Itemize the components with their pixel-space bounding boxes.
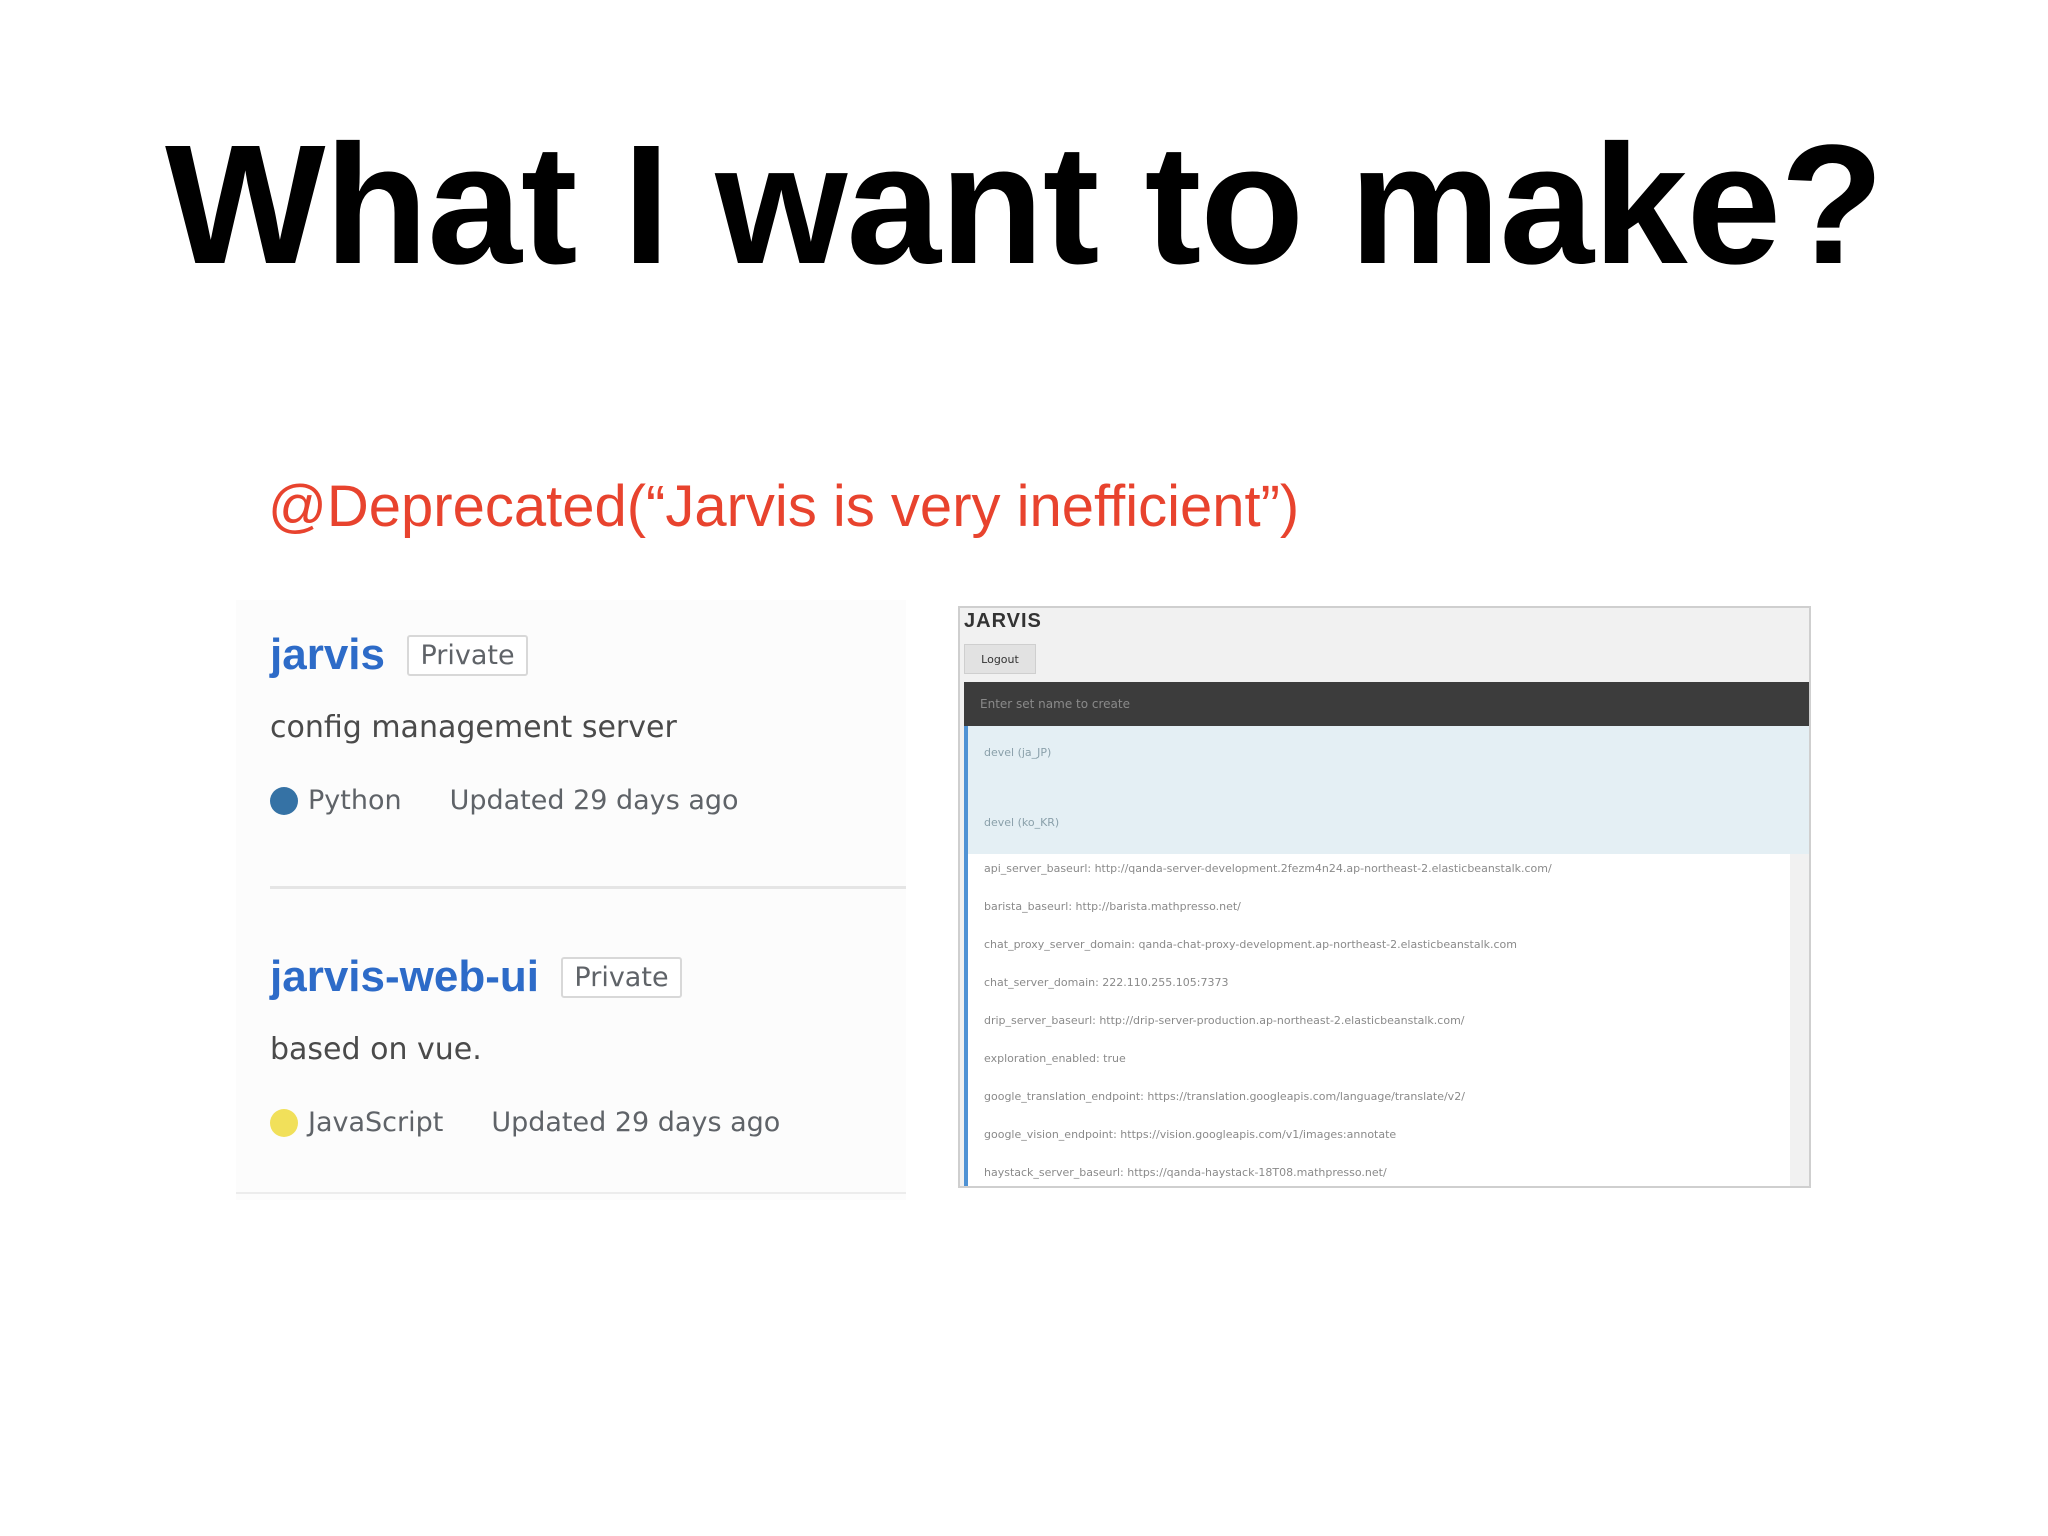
repo-item: jarvis Private config management server … [270,630,910,816]
jarvis-app-screenshot: JARVIS Logout Enter set name to create d… [958,606,1811,1188]
repo-meta: Python Updated 29 days ago [270,785,910,816]
config-list: api_server_baseurl: http://qanda-server-… [964,854,1790,1186]
repo-name-link[interactable]: jarvis-web-ui [270,952,539,1002]
environment-item[interactable]: devel (ja_JP) [984,746,1051,759]
repo-description: config management server [270,710,677,745]
deprecated-annotation: @Deprecated(“Jarvis is very inefficient”… [268,474,1300,539]
slide-title: What I want to make? [165,110,1884,300]
app-title: JARVIS [964,610,1042,632]
repo-updated: Updated 29 days ago [449,785,739,816]
language-color-icon [270,1108,298,1137]
config-item[interactable]: barista_baseurl: http://barista.mathpres… [984,900,1241,913]
repo-language: JavaScript [308,1107,444,1138]
config-item[interactable]: chat_server_domain: 222.110.255.105:7373 [984,976,1228,989]
config-item[interactable]: google_translation_endpoint: https://tra… [984,1090,1465,1103]
config-item[interactable]: google_vision_endpoint: https://vision.g… [984,1128,1396,1141]
logout-button[interactable]: Logout [964,644,1036,674]
repo-meta: JavaScript Updated 29 days ago [270,1107,910,1138]
repo-list-screenshot: jarvis Private config management server … [236,600,906,1200]
config-item[interactable]: exploration_enabled: true [984,1052,1126,1065]
repo-language: Python [308,785,402,816]
environment-item[interactable]: devel (ko_KR) [984,816,1059,829]
repo-item: jarvis-web-ui Private based on vue. Java… [270,952,910,1138]
environment-list: devel (ja_JP) devel (ko_KR) [964,726,1809,854]
repo-name-link[interactable]: jarvis [270,630,385,680]
repo-updated: Updated 29 days ago [491,1107,781,1138]
divider [270,886,906,889]
repo-description: based on vue. [270,1032,482,1067]
config-item[interactable]: haystack_server_baseurl: https://qanda-h… [984,1166,1387,1179]
divider [236,1192,906,1194]
config-item[interactable]: drip_server_baseurl: http://drip-server-… [984,1014,1465,1027]
config-item[interactable]: chat_proxy_server_domain: qanda-chat-pro… [984,938,1517,951]
private-badge: Private [561,956,682,998]
set-name-input[interactable]: Enter set name to create [964,682,1809,726]
config-item[interactable]: api_server_baseurl: http://qanda-server-… [984,862,1552,875]
private-badge: Private [407,634,528,676]
language-color-icon [270,786,298,815]
